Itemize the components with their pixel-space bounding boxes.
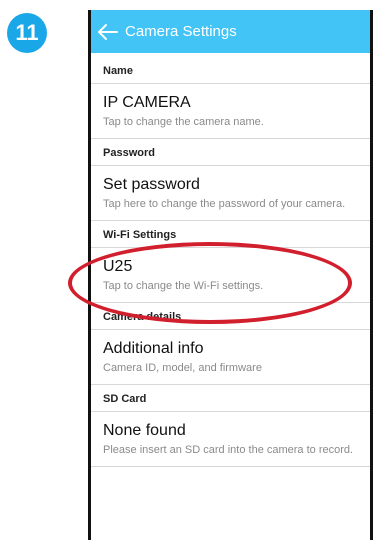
step-number-badge: 11	[7, 13, 47, 53]
set-password-item[interactable]: Set password Tap here to change the pass…	[91, 166, 370, 221]
section-header-name: Name	[91, 57, 370, 84]
camera-name-item[interactable]: IP CAMERA Tap to change the camera name.	[91, 84, 370, 139]
phone-screen: Camera Settings Name IP CAMERA Tap to ch…	[88, 10, 373, 540]
page-title: Camera Settings	[125, 23, 237, 40]
wifi-settings-item[interactable]: U25 Tap to change the Wi-Fi settings.	[91, 248, 370, 303]
additional-info-subtitle: Camera ID, model, and firmware	[103, 362, 262, 374]
section-header-wifi: Wi-Fi Settings	[91, 221, 370, 248]
sd-card-item[interactable]: None found Please insert an SD card into…	[91, 412, 370, 467]
additional-info-title: Additional info	[103, 340, 204, 357]
camera-name-title: IP CAMERA	[103, 94, 191, 111]
sd-card-title: None found	[103, 422, 186, 439]
section-header-camera-details: Camera details	[91, 303, 370, 330]
section-header-password: Password	[91, 139, 370, 166]
section-header-sd-card: SD Card	[91, 385, 370, 412]
wifi-settings-subtitle: Tap to change the Wi-Fi settings.	[103, 280, 264, 292]
set-password-title: Set password	[103, 176, 200, 193]
set-password-subtitle: Tap here to change the password of your …	[103, 198, 346, 210]
wifi-network-title: U25	[103, 258, 133, 275]
step-number: 11	[15, 20, 39, 45]
additional-info-item[interactable]: Additional info Camera ID, model, and fi…	[91, 330, 370, 385]
sd-card-subtitle: Please insert an SD card into the camera…	[103, 444, 354, 456]
app-bar: Camera Settings	[91, 10, 370, 53]
arrow-left-icon[interactable]	[97, 23, 119, 41]
camera-name-subtitle: Tap to change the camera name.	[103, 116, 264, 128]
